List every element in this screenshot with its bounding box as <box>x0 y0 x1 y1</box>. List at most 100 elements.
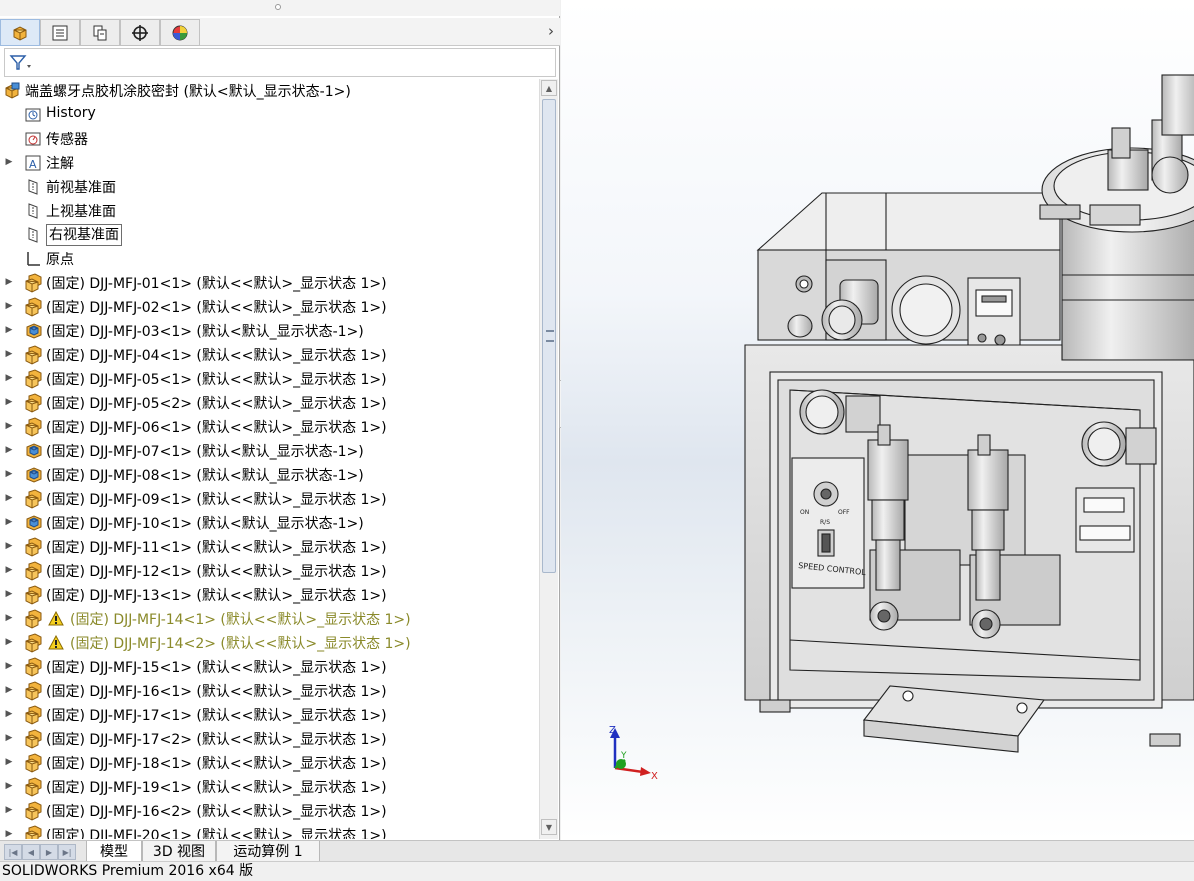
tree-item-label: 端盖螺牙点胶机涂胶密封 (默认<默认_显示状态-1>) <box>25 84 351 100</box>
expand-toggle-icon[interactable]: ▶ <box>4 757 14 767</box>
expand-toggle-icon[interactable]: ▶ <box>4 781 14 791</box>
expand-toggle-icon[interactable]: ▶ <box>4 277 14 287</box>
tree-component-9[interactable]: ▶ (固定) DJJ-MFJ-09<1> (默认<<默认>_显示状态 1>) <box>0 487 538 511</box>
tree-component-15[interactable]: ▶ (固定) DJJ-MFJ-14<2> (默认<<默认>_显示状态 1>) <box>0 631 538 655</box>
tree-component-10[interactable]: ▶ (固定) DJJ-MFJ-10<1> (默认<默认_显示状态-1>) <box>0 511 538 535</box>
tree-component-14[interactable]: ▶ (固定) DJJ-MFJ-14<1> (默认<<默认>_显示状态 1>) <box>0 607 538 631</box>
graphics-area[interactable]: SPEED CONTROL ON OFF R/S Z Y X <box>561 0 1194 840</box>
last-tab-button[interactable]: ▶| <box>58 844 76 860</box>
expand-toggle-icon[interactable]: ▶ <box>4 613 14 623</box>
next-tab-button[interactable]: ▶ <box>40 844 58 860</box>
tree-component-16[interactable]: ▶ (固定) DJJ-MFJ-15<1> (默认<<默认>_显示状态 1>) <box>0 655 538 679</box>
tree-item-label: (固定) DJJ-MFJ-08<1> (默认<默认_显示状态-1>) <box>46 468 364 484</box>
tree-item-label: 传感器 <box>46 132 88 148</box>
expand-toggle-icon[interactable]: ▶ <box>4 397 14 407</box>
expand-panel-icon[interactable]: › <box>548 22 554 40</box>
tree-component-2[interactable]: ▶ (固定) DJJ-MFJ-03<1> (默认<默认_显示状态-1>) <box>0 319 538 343</box>
expand-toggle-icon[interactable]: ▶ <box>4 565 14 575</box>
scroll-down-button[interactable]: ▼ <box>541 819 557 835</box>
tree-item-label: (固定) DJJ-MFJ-09<1> (默认<<默认>_显示状态 1>) <box>46 492 387 508</box>
expand-toggle-icon[interactable]: ▶ <box>4 661 14 671</box>
property-manager-icon <box>52 25 68 40</box>
tab-feature-manager[interactable] <box>0 19 40 46</box>
expand-toggle-icon[interactable]: ▶ <box>4 469 14 479</box>
model-tabs-bar: |◀ ◀ ▶ ▶| 模型 3D 视图 运动算例 1 <box>0 840 1194 862</box>
tree-vertical-scrollbar[interactable]: ▲ ▼ <box>539 79 558 839</box>
tree-component-3[interactable]: ▶ (固定) DJJ-MFJ-04<1> (默认<<默认>_显示状态 1>) <box>0 343 538 367</box>
tree-item-label: (固定) DJJ-MFJ-05<2> (默认<<默认>_显示状态 1>) <box>46 396 387 412</box>
subassembly-icon <box>24 777 42 797</box>
expand-toggle-icon[interactable]: ▶ <box>4 637 14 647</box>
filter-icon[interactable] <box>9 53 31 73</box>
tree-item-label: 原点 <box>46 252 74 268</box>
tree-component-23[interactable]: ▶ (固定) DJJ-MFJ-20<1> (默认<<默认>_显示状态 1>) <box>0 823 538 839</box>
scroll-up-button[interactable]: ▲ <box>541 80 557 96</box>
expand-toggle-icon[interactable]: ▶ <box>4 709 14 719</box>
expand-toggle-icon[interactable]: ▶ <box>4 421 14 431</box>
subassembly-icon <box>24 705 42 725</box>
grip-dot-icon <box>275 4 281 10</box>
tree-item-3[interactable]: 前视基准面 <box>0 175 538 199</box>
scroll-thumb[interactable] <box>542 99 556 573</box>
expand-toggle-icon[interactable]: ▶ <box>4 301 14 311</box>
tree-item-label: (固定) DJJ-MFJ-18<1> (默认<<默认>_显示状态 1>) <box>46 756 387 772</box>
tree-component-4[interactable]: ▶ (固定) DJJ-MFJ-05<1> (默认<<默认>_显示状态 1>) <box>0 367 538 391</box>
tree-component-6[interactable]: ▶ (固定) DJJ-MFJ-06<1> (默认<<默认>_显示状态 1>) <box>0 415 538 439</box>
tree-item-5[interactable]: 右视基准面 <box>0 223 538 247</box>
tree-component-21[interactable]: ▶ (固定) DJJ-MFJ-19<1> (默认<<默认>_显示状态 1>) <box>0 775 538 799</box>
tree-component-19[interactable]: ▶ (固定) DJJ-MFJ-17<2> (默认<<默认>_显示状态 1>) <box>0 727 538 751</box>
expand-toggle-icon[interactable]: ▶ <box>4 325 14 335</box>
tree-component-20[interactable]: ▶ (固定) DJJ-MFJ-18<1> (默认<<默认>_显示状态 1>) <box>0 751 538 775</box>
expand-toggle-icon[interactable]: ▶ <box>4 541 14 551</box>
tree-component-8[interactable]: ▶ (固定) DJJ-MFJ-08<1> (默认<默认_显示状态-1>) <box>0 463 538 487</box>
tree-item-1[interactable]: 传感器 <box>0 127 538 151</box>
tab-configuration-manager[interactable] <box>80 19 120 46</box>
first-tab-button[interactable]: |◀ <box>4 844 22 860</box>
tree-component-7[interactable]: ▶ (固定) DJJ-MFJ-07<1> (默认<默认_显示状态-1>) <box>0 439 538 463</box>
tree-component-0[interactable]: ▶ (固定) DJJ-MFJ-01<1> (默认<<默认>_显示状态 1>) <box>0 271 538 295</box>
tree-component-1[interactable]: ▶ (固定) DJJ-MFJ-02<1> (默认<<默认>_显示状态 1>) <box>0 295 538 319</box>
assembly-model[interactable]: SPEED CONTROL ON OFF R/S <box>561 0 1194 840</box>
tree-component-17[interactable]: ▶ (固定) DJJ-MFJ-16<1> (默认<<默认>_显示状态 1>) <box>0 679 538 703</box>
tab-display-manager[interactable] <box>160 19 200 46</box>
tree-item-0[interactable]: History <box>0 103 538 127</box>
expand-toggle-icon[interactable]: ▶ <box>4 373 14 383</box>
subassembly-icon <box>24 609 42 629</box>
tab-property-manager[interactable] <box>40 19 80 46</box>
tree-item-label: (固定) DJJ-MFJ-12<1> (默认<<默认>_显示状态 1>) <box>46 564 387 580</box>
expand-toggle-icon[interactable]: ▶ <box>4 829 14 839</box>
tab-motion-study[interactable]: 运动算例 1 <box>216 841 320 862</box>
tree-filter[interactable] <box>4 48 556 77</box>
tree-component-22[interactable]: ▶ (固定) DJJ-MFJ-16<2> (默认<<默认>_显示状态 1>) <box>0 799 538 823</box>
tree-component-12[interactable]: ▶ (固定) DJJ-MFJ-12<1> (默认<<默认>_显示状态 1>) <box>0 559 538 583</box>
tree-component-5[interactable]: ▶ (固定) DJJ-MFJ-05<2> (默认<<默认>_显示状态 1>) <box>0 391 538 415</box>
tree-component-11[interactable]: ▶ (固定) DJJ-MFJ-11<1> (默认<<默认>_显示状态 1>) <box>0 535 538 559</box>
tab-dimxpert-manager[interactable] <box>120 19 160 46</box>
tree-item-6[interactable]: 原点 <box>0 247 538 271</box>
tree-item-4[interactable]: 上视基准面 <box>0 199 538 223</box>
expand-toggle-icon[interactable]: ▶ <box>4 733 14 743</box>
tree-item-label: (固定) DJJ-MFJ-03<1> (默认<默认_显示状态-1>) <box>46 324 364 340</box>
tree-item-2[interactable]: ▶ A 注解 <box>0 151 538 175</box>
tree-item-label: (固定) DJJ-MFJ-15<1> (默认<<默认>_显示状态 1>) <box>46 660 387 676</box>
tree-component-18[interactable]: ▶ (固定) DJJ-MFJ-17<1> (默认<<默认>_显示状态 1>) <box>0 703 538 727</box>
expand-toggle-icon[interactable]: ▶ <box>4 445 14 455</box>
tab-model[interactable]: 模型 <box>86 841 142 862</box>
expand-toggle-icon[interactable]: ▶ <box>4 805 14 815</box>
part-icon <box>24 466 42 484</box>
tab-3d-view[interactable]: 3D 视图 <box>142 841 216 862</box>
expand-toggle-icon[interactable]: ▶ <box>4 349 14 359</box>
subassembly-icon <box>24 273 42 293</box>
tree-root-assembly[interactable]: 端盖螺牙点胶机涂胶密封 (默认<默认_显示状态-1>) <box>0 79 538 103</box>
subassembly-icon <box>24 489 42 509</box>
previous-tab-button[interactable]: ◀ <box>22 844 40 860</box>
tree-component-13[interactable]: ▶ (固定) DJJ-MFJ-13<1> (默认<<默认>_显示状态 1>) <box>0 583 538 607</box>
panel-grip[interactable] <box>0 0 560 16</box>
expand-toggle-icon[interactable]: ▶ <box>4 685 14 695</box>
tree-item-label: (固定) DJJ-MFJ-02<1> (默认<<默认>_显示状态 1>) <box>46 300 387 316</box>
expand-toggle-icon[interactable]: ▶ <box>4 157 14 167</box>
tree-item-label: History <box>46 105 96 121</box>
expand-toggle-icon[interactable]: ▶ <box>4 493 14 503</box>
expand-toggle-icon[interactable]: ▶ <box>4 589 14 599</box>
expand-toggle-icon[interactable]: ▶ <box>4 517 14 527</box>
